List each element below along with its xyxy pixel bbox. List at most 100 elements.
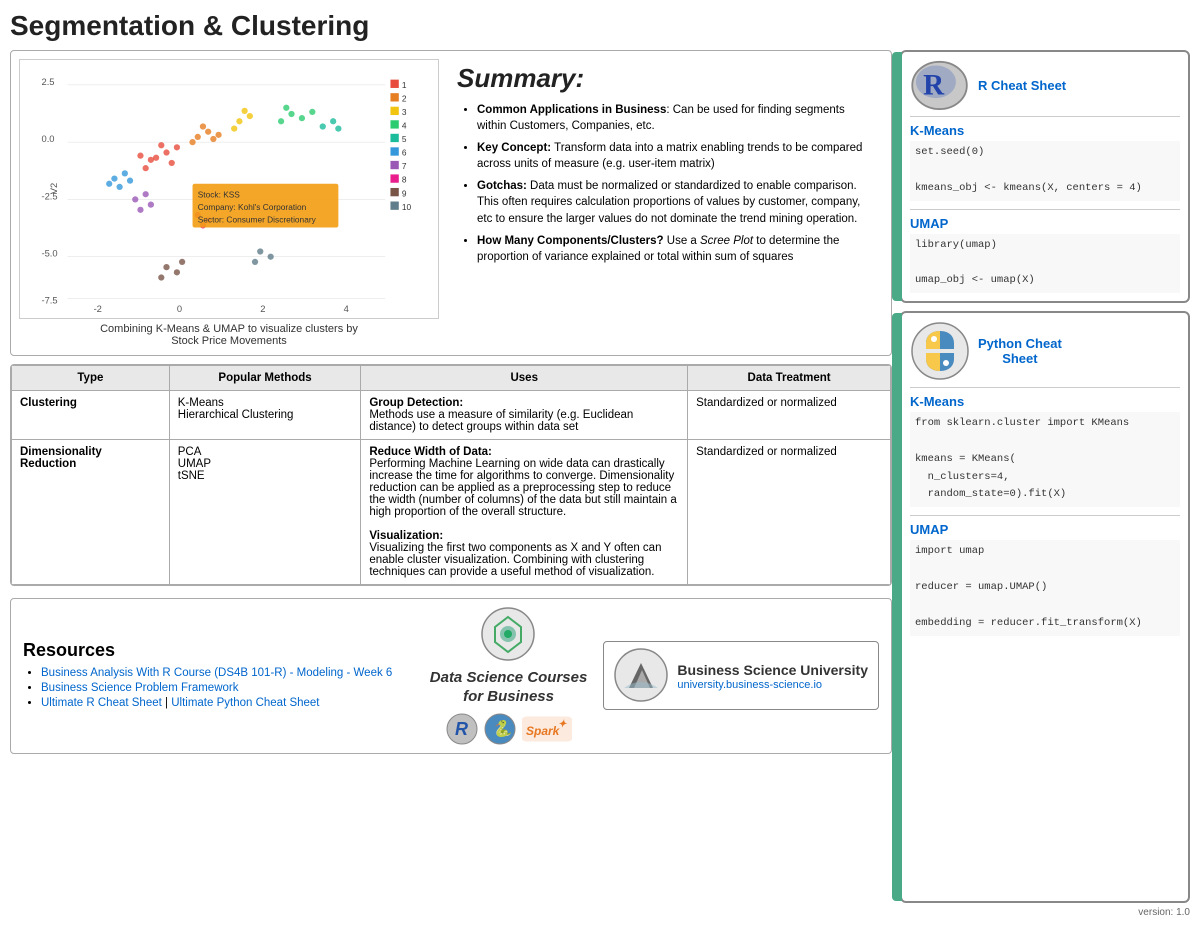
col-type: Type <box>12 366 170 391</box>
summary-title: Summary: <box>457 63 875 94</box>
svg-text:4: 4 <box>344 304 349 314</box>
table-row: Clustering K-MeansHierarchical Clusterin… <box>12 391 891 440</box>
svg-text:7: 7 <box>402 161 407 171</box>
list-item: Gotchas: Data must be normalized or stan… <box>477 178 875 226</box>
svg-text:2: 2 <box>402 94 407 104</box>
summary-list: Common Applications in Business: Can be … <box>457 102 875 265</box>
resource-link-2[interactable]: Business Science Problem Framework <box>41 682 239 694</box>
bsu-block: Business Science University university.b… <box>603 641 879 710</box>
svg-text:2.5: 2.5 <box>42 77 55 87</box>
divider <box>910 387 1180 388</box>
r-cheat-panel: R R Cheat Sheet K-Means set.seed(0) kmea… <box>900 50 1190 303</box>
teal-bar-2 <box>892 313 902 901</box>
top-section: 2.5 0.0 -2.5 -5.0 -7.5 -2 0 2 4 V2 V1 <box>10 50 892 356</box>
treatment-cell: Standardized or normalized <box>688 391 891 440</box>
treatment-cell: Standardized or normalized <box>688 440 891 585</box>
resources-title: Resources <box>23 640 414 661</box>
spark-logo: Spark ✦ <box>522 713 572 745</box>
svg-text:Sector: Consumer Discretionary: Sector: Consumer Discretionary <box>198 214 317 224</box>
list-item: How Many Components/Clusters? Use a Scre… <box>477 233 875 265</box>
python-cheat-link[interactable]: Python CheatSheet <box>978 336 1062 366</box>
divider <box>910 209 1180 210</box>
col-methods: Popular Methods <box>169 366 361 391</box>
resource-link-4[interactable]: Ultimate Python Cheat Sheet <box>171 697 319 709</box>
r-kmeans-title[interactable]: K-Means <box>910 123 1180 138</box>
bsu-url[interactable]: university.business-science.io <box>677 679 868 691</box>
svg-text:8: 8 <box>402 175 407 185</box>
resources-logos: R 🐍 Spark ✦ <box>430 713 588 745</box>
python-logo-small: 🐍 <box>484 713 516 745</box>
list-item: Ultimate R Cheat Sheet | Ultimate Python… <box>41 697 414 709</box>
divider <box>910 515 1180 516</box>
right-panel: R R Cheat Sheet K-Means set.seed(0) kmea… <box>900 50 1190 903</box>
table-row: Dimensionality Reduction PCAUMAPtSNE Red… <box>12 440 891 585</box>
svg-text:5: 5 <box>402 134 407 144</box>
list-item: Common Applications in Business: Can be … <box>477 102 875 134</box>
list-item: Business Analysis With R Course (DS4B 10… <box>41 667 414 679</box>
ds-logo-icon <box>481 607 536 662</box>
teal-bar <box>892 52 902 301</box>
svg-text:0.0: 0.0 <box>42 134 55 144</box>
resources-left: Resources Business Analysis With R Cours… <box>23 640 414 712</box>
resources-center: Data Science Coursesfor Business R 🐍 <box>430 607 588 745</box>
table-section: Type Popular Methods Uses Data Treatment… <box>10 364 892 586</box>
svg-text:2: 2 <box>260 304 265 314</box>
svg-text:9: 9 <box>402 188 407 198</box>
resource-link-3[interactable]: Ultimate R Cheat Sheet <box>41 697 162 709</box>
python-cheat-header: Python CheatSheet <box>910 321 1180 381</box>
methods-cell: K-MeansHierarchical Clustering <box>169 391 361 440</box>
bsu-name: Business Science University <box>677 661 868 679</box>
methods-cell: PCAUMAPtSNE <box>169 440 361 585</box>
svg-text:6: 6 <box>402 148 407 158</box>
svg-text:Spark: Spark <box>526 724 561 738</box>
summary-section: Summary: Common Applications in Business… <box>449 59 883 347</box>
chart-caption: Combining K-Means & UMAP to visualize cl… <box>19 323 439 347</box>
r-umap-title[interactable]: UMAP <box>910 216 1180 231</box>
type-cell: Clustering <box>12 391 170 440</box>
version-label: version: 1.0 <box>10 907 1190 918</box>
svg-text:-7.5: -7.5 <box>42 296 58 306</box>
python-kmeans-code: from sklearn.cluster import KMeans kmean… <box>910 412 1180 507</box>
main-content: 2.5 0.0 -2.5 -5.0 -7.5 -2 0 2 4 V2 V1 <box>10 50 1190 903</box>
svg-text:🐍: 🐍 <box>492 719 515 738</box>
resources-section: Resources Business Analysis With R Cours… <box>10 598 892 754</box>
cluster-chart: 2.5 0.0 -2.5 -5.0 -7.5 -2 0 2 4 V2 V1 <box>24 64 434 314</box>
bsu-logo-icon <box>614 648 669 703</box>
svg-text:R: R <box>923 70 945 102</box>
svg-text:1: 1 <box>402 80 407 90</box>
r-logo-small: R <box>446 713 478 745</box>
python-umap-title[interactable]: UMAP <box>910 522 1180 537</box>
r-logo-icon: R <box>910 60 970 110</box>
col-uses: Uses <box>361 366 688 391</box>
col-treatment: Data Treatment <box>688 366 891 391</box>
chart-area: 2.5 0.0 -2.5 -5.0 -7.5 -2 0 2 4 V2 V1 <box>19 59 439 347</box>
list-item: Business Science Problem Framework <box>41 682 414 694</box>
svg-text:R: R <box>455 719 468 739</box>
resources-list: Business Analysis With R Course (DS4B 10… <box>23 667 414 709</box>
svg-text:-2: -2 <box>94 304 102 314</box>
svg-text:Stock: KSS: Stock: KSS <box>198 189 241 199</box>
svg-text:Company: Kohl's Corporation: Company: Kohl's Corporation <box>198 202 307 212</box>
type-cell: Dimensionality Reduction <box>12 440 170 585</box>
left-content: 2.5 0.0 -2.5 -5.0 -7.5 -2 0 2 4 V2 V1 <box>10 50 892 903</box>
divider <box>910 116 1180 117</box>
svg-text:✦: ✦ <box>558 719 567 730</box>
ds-courses-text: Data Science Coursesfor Business <box>430 668 588 707</box>
svg-text:0: 0 <box>177 304 182 314</box>
svg-text:10: 10 <box>402 202 412 212</box>
r-cheat-link[interactable]: R Cheat Sheet <box>978 78 1066 93</box>
resource-link-1[interactable]: Business Analysis With R Course (DS4B 10… <box>41 667 392 679</box>
python-cheat-panel: Python CheatSheet K-Means from sklearn.c… <box>900 311 1190 903</box>
python-kmeans-title[interactable]: K-Means <box>910 394 1180 409</box>
list-item: Key Concept: Transform data into a matri… <box>477 140 875 172</box>
svg-text:V2: V2 <box>49 183 59 194</box>
r-cheat-header: R R Cheat Sheet <box>910 60 1180 110</box>
svg-text:3: 3 <box>402 107 407 117</box>
data-table: Type Popular Methods Uses Data Treatment… <box>11 365 891 585</box>
uses-cell: Reduce Width of Data: Performing Machine… <box>361 440 688 585</box>
header: Segmentation & Clustering <box>10 10 1190 42</box>
chart-box: 2.5 0.0 -2.5 -5.0 -7.5 -2 0 2 4 V2 V1 <box>19 59 439 319</box>
svg-text:4: 4 <box>402 121 407 131</box>
r-umap-code: library(umap) umap_obj <- umap(X) <box>910 234 1180 294</box>
r-kmeans-code: set.seed(0) kmeans_obj <- kmeans(X, cent… <box>910 141 1180 201</box>
